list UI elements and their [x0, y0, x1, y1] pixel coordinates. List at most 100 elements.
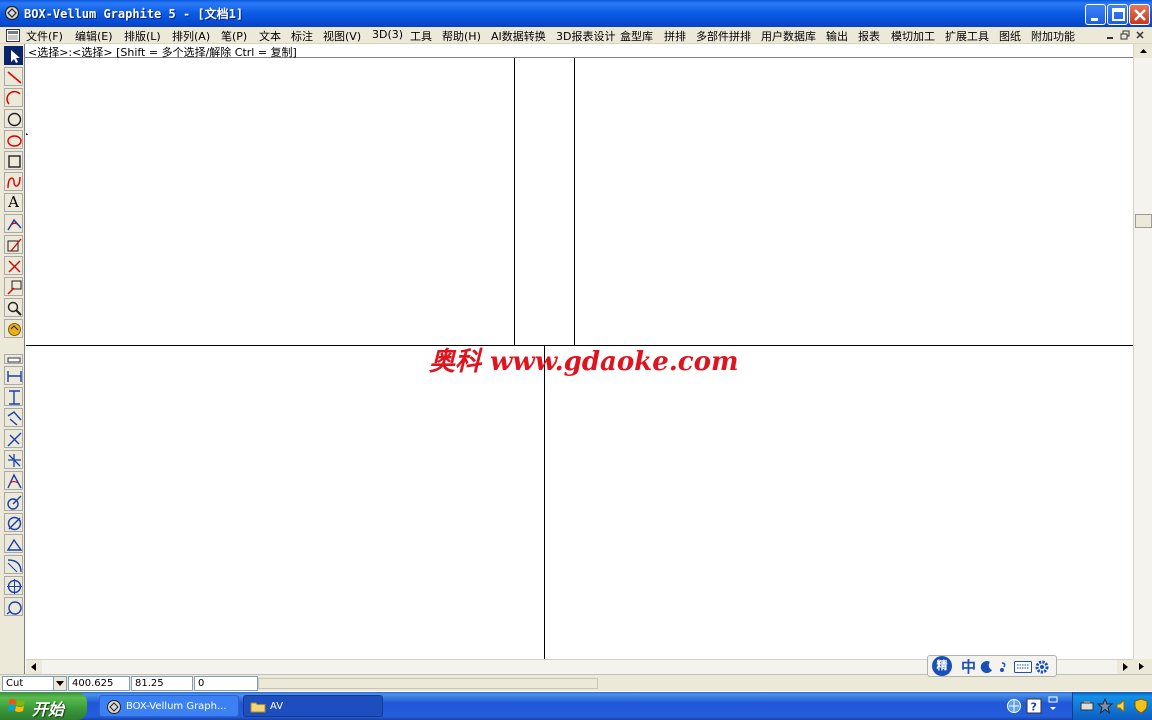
- aligned-dimension-tool[interactable]: [4, 408, 23, 427]
- text-tool[interactable]: A: [4, 193, 23, 212]
- title-bar[interactable]: BOX-Vellum Graphite 5 - [文档1]: [0, 0, 1152, 27]
- menu-imposition[interactable]: 拼排: [664, 28, 686, 44]
- rectangle-tool-icon: [8, 155, 21, 168]
- center-mark-tool[interactable]: [4, 576, 23, 595]
- arc-tool[interactable]: [4, 88, 23, 107]
- menu-edit[interactable]: 编辑(E): [75, 28, 113, 44]
- taskbar-button-vellum[interactable]: BOX-Vellum Graph...: [99, 695, 239, 717]
- ellipse-tool[interactable]: [4, 130, 23, 149]
- select-tool[interactable]: [4, 46, 23, 65]
- diameter-dimension-tool[interactable]: [4, 513, 23, 532]
- gear-icon[interactable]: [1034, 659, 1050, 675]
- angular-dimension-tool[interactable]: [4, 450, 23, 469]
- minimize-button[interactable]: [1085, 4, 1106, 25]
- menu-text[interactable]: 文本: [259, 28, 281, 44]
- mdi-minimize-icon[interactable]: [1104, 29, 1117, 41]
- menu-pen[interactable]: 笔(P): [221, 28, 247, 44]
- mdi-close-icon[interactable]: [1134, 29, 1147, 41]
- z-coordinate-value: 0: [198, 678, 205, 689]
- chamfer-dimension-tool[interactable]: [4, 534, 23, 553]
- ime-chinese-toggle[interactable]: 中: [961, 658, 976, 676]
- select-tool-icon: [11, 50, 20, 63]
- menu-user-database[interactable]: 用户数据库: [761, 28, 816, 44]
- menu-extended-tools[interactable]: 扩展工具: [945, 28, 989, 44]
- z-coordinate-field[interactable]: 0: [194, 676, 258, 691]
- slanted-dimension-tool[interactable]: [4, 429, 23, 448]
- menu-view[interactable]: 视图(V): [323, 28, 361, 44]
- curve-tool[interactable]: [4, 172, 23, 191]
- menu-multi-part-imposition[interactable]: 多部件拼排: [696, 28, 751, 44]
- y-coordinate-field[interactable]: 81.25: [131, 676, 193, 691]
- angle-dimension-tool[interactable]: [4, 471, 23, 490]
- document-icon[interactable]: [6, 29, 20, 42]
- windows-logo-icon: [8, 699, 25, 712]
- menu-dimension[interactable]: 标注: [291, 28, 313, 44]
- offset-tool-icon: [7, 238, 22, 252]
- menu-3d-report[interactable]: 3D报表设计: [556, 28, 615, 44]
- scroll-up-button[interactable]: [1134, 44, 1152, 58]
- scroll-arrows-icon[interactable]: [1046, 696, 1060, 716]
- network-icon[interactable]: [1006, 698, 1022, 714]
- menu-arrange[interactable]: 排列(A): [172, 28, 210, 44]
- menu-tools[interactable]: 工具: [410, 28, 432, 44]
- mdi-restore-icon[interactable]: [1119, 29, 1132, 41]
- scroll-left-button[interactable]: [26, 660, 42, 674]
- taskbar-button-av[interactable]: AV: [243, 695, 383, 717]
- leader-dimension-icon: [6, 601, 22, 615]
- transform-tool-icon: [7, 280, 22, 295]
- menu-layout[interactable]: 排版(L): [124, 28, 161, 44]
- drawing-line[interactable]: [544, 346, 545, 659]
- start-button[interactable]: 开始: [0, 692, 87, 720]
- usb-device-icon[interactable]: [1079, 698, 1095, 714]
- drawing-line[interactable]: [514, 58, 515, 346]
- mode-select[interactable]: Cut: [2, 676, 67, 691]
- ime-language-bar[interactable]: 精 中: [927, 655, 1057, 677]
- half-width-moon-icon[interactable]: [980, 660, 994, 674]
- menu-addons[interactable]: 附加功能: [1031, 28, 1075, 44]
- ime-mode-button[interactable]: 精: [932, 656, 952, 676]
- arrow-right-icon: [1123, 663, 1128, 671]
- drawing-line[interactable]: [574, 58, 575, 346]
- drawing-canvas[interactable]: 奥科 www.gdaoke.com: [26, 58, 1133, 659]
- menu-3d[interactable]: 3D(3): [372, 28, 403, 41]
- horizontal-dimension-tool[interactable]: [4, 366, 23, 385]
- punctuation-icon[interactable]: [998, 660, 1010, 674]
- star-icon[interactable]: [1097, 698, 1113, 714]
- menu-file[interactable]: 文件(F): [26, 28, 63, 44]
- trim-tool[interactable]: [4, 256, 23, 275]
- leader-dimension-tool[interactable]: [4, 597, 23, 616]
- menu-ai-convert[interactable]: AI数据转换: [491, 28, 546, 44]
- circle-tool[interactable]: [4, 109, 23, 128]
- scroll-right-button[interactable]: [1117, 660, 1133, 674]
- menu-output[interactable]: 输出: [826, 28, 848, 44]
- x-coordinate-field[interactable]: 400.625: [68, 676, 130, 691]
- security-shield-icon[interactable]: [1133, 698, 1149, 714]
- curve-tool-icon: [7, 176, 21, 189]
- arc-length-dimension-icon: [7, 559, 22, 573]
- menu-report[interactable]: 报表: [858, 28, 880, 44]
- line-tool[interactable]: [4, 67, 23, 86]
- transform-tool[interactable]: [4, 277, 23, 296]
- fillet-tool[interactable]: [4, 214, 23, 233]
- arc-length-dimension-tool[interactable]: [4, 555, 23, 574]
- pan-tool[interactable]: [4, 319, 23, 338]
- menu-drawing[interactable]: 图纸: [999, 28, 1021, 44]
- offset-tool[interactable]: [4, 235, 23, 254]
- maximize-button[interactable]: [1107, 4, 1128, 25]
- menu-box-library[interactable]: 盒型库: [620, 28, 653, 44]
- chevron-down-icon: [53, 677, 66, 690]
- rectangle-tool[interactable]: [4, 151, 23, 170]
- vertical-scroll-thumb[interactable]: [1135, 214, 1152, 228]
- dimension-palette-handle[interactable]: [4, 354, 23, 364]
- zoom-tool[interactable]: [4, 298, 23, 317]
- keyboard-icon[interactable]: [1014, 661, 1032, 673]
- radius-dimension-tool[interactable]: [4, 492, 23, 511]
- menu-die-cut[interactable]: 模切加工: [891, 28, 935, 44]
- radius-dimension-icon: [7, 495, 22, 510]
- help-icon[interactable]: ?: [1026, 698, 1042, 714]
- vertical-dimension-tool[interactable]: [4, 387, 23, 406]
- menu-help[interactable]: 帮助(H): [442, 28, 481, 44]
- speaker-icon[interactable]: [1115, 698, 1131, 714]
- close-button[interactable]: [1129, 4, 1150, 25]
- vertical-scrollbar[interactable]: [1133, 44, 1152, 659]
